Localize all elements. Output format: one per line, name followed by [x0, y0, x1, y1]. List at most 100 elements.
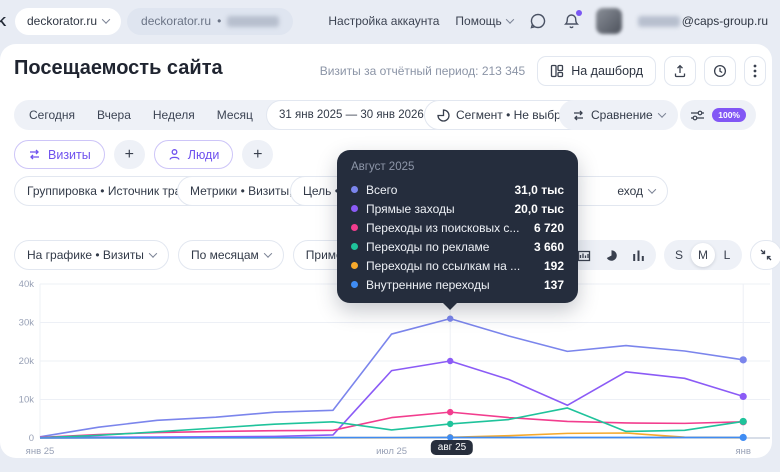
notifications-button[interactable] — [563, 10, 582, 30]
chevron-down-icon — [263, 249, 273, 258]
comparison-label: Сравнение — [591, 108, 653, 122]
chevron-down-icon — [101, 15, 111, 24]
sampling-control[interactable]: 100% — [680, 100, 756, 130]
chart-view-controls: SML — [566, 240, 780, 270]
highlight-dot — [447, 357, 454, 365]
size-M[interactable]: M — [691, 243, 715, 267]
collapse-chart-button[interactable] — [750, 240, 780, 270]
blurred-email-prefix — [637, 15, 680, 27]
chat-icon — [530, 13, 545, 29]
series-label: Прямые заходы — [366, 201, 455, 216]
series-value: 6 720 — [533, 220, 564, 235]
more-menu-button[interactable] — [744, 56, 766, 86]
tooltip-row: Переходы из поисковых с... 6 720 — [351, 218, 564, 237]
page-title: Посещаемость сайта — [14, 57, 223, 79]
segment-label: Сегмент • Не выбран — [456, 108, 575, 122]
series-label: Внутренние переходы — [366, 277, 490, 292]
comparison-selector[interactable]: Сравнение — [559, 100, 678, 130]
date-range-picker[interactable]: 31 янв 2025 — 30 янв 2026 — [266, 100, 449, 130]
add-metric-button[interactable]: + — [113, 140, 145, 169]
area-chart-icon[interactable] — [577, 249, 591, 262]
selected-month-badge[interactable]: авг 25 — [430, 440, 474, 455]
tab-people-label: Люди — [187, 147, 220, 162]
dashboard-icon — [551, 64, 564, 78]
chart-type-switcher — [566, 240, 656, 270]
donut-chart-icon[interactable] — [605, 249, 618, 262]
y-tick-label: 30k — [19, 318, 35, 329]
x-tick-label: янв 25 — [26, 446, 55, 457]
tab-people[interactable]: Люди — [153, 140, 234, 169]
preset-Неделя[interactable]: Неделя — [142, 100, 206, 130]
series-label: Переходы по рекламе — [366, 239, 490, 254]
filters-row: СегодняВчераНеделяМесяцКвартал 31 янв 20… — [14, 100, 766, 130]
highlight-dot — [447, 420, 454, 428]
series-line — [39, 317, 744, 438]
y-tick-label: 10k — [19, 395, 35, 406]
metrica-logo-icon: K — [0, 13, 7, 29]
x-tick-label: июл 25 — [376, 446, 407, 457]
person-icon — [169, 149, 180, 160]
bar-chart-icon[interactable] — [632, 249, 645, 262]
traffic-chart[interactable]: 40k 30k 20k 10k 0 янв 25 июл 25 янв — [0, 278, 772, 464]
to-dashboard-button[interactable]: На дашборд — [537, 56, 656, 86]
y-tick-label: 40k — [19, 279, 35, 290]
end-dot — [739, 433, 747, 442]
add-people-metric-button[interactable]: + — [242, 140, 274, 169]
chat-button[interactable] — [529, 12, 547, 30]
highlight-dot — [447, 315, 454, 322]
tooltip-title: Август 2025 — [351, 161, 415, 173]
counter-selector[interactable]: deckorator.ru — [15, 7, 122, 35]
blurred-counter-id — [227, 15, 280, 27]
on-chart-label: На графике • Визиты — [27, 248, 144, 262]
help-menu[interactable]: Помощь — [455, 14, 515, 28]
tooltip-rows: Всего 31,0 тыс Прямые заходы 20,0 тыс Перехо… — [351, 180, 564, 294]
sampling-badge: 100% — [712, 108, 746, 122]
sliders-icon — [691, 110, 705, 120]
series-dot — [351, 205, 358, 212]
tooltip-row: Переходы по ссылкам на ... 192 — [351, 256, 564, 275]
account-settings-link[interactable]: Настройка аккаунта — [328, 14, 439, 28]
chevron-down-icon — [657, 109, 666, 118]
x-tick-label: янв — [735, 446, 750, 457]
tab-visits[interactable]: Визиты — [14, 140, 105, 169]
counter-info-label: deckorator.ru — [141, 14, 212, 28]
series-label: Переходы по ссылкам на ... — [366, 258, 521, 273]
on-chart-selector[interactable]: На графике • Визиты — [14, 240, 169, 270]
counter-selector-label: deckorator.ru — [27, 14, 98, 28]
metric-tabs: Визиты + Люди + — [14, 140, 274, 169]
tab-visits-label: Визиты — [48, 147, 91, 162]
preset-Сегодня[interactable]: Сегодня — [18, 100, 86, 130]
end-dot — [739, 392, 747, 401]
kebab-icon — [753, 64, 757, 78]
history-button[interactable] — [704, 56, 736, 86]
attribution-label: еход — [617, 184, 643, 198]
avatar[interactable] — [595, 8, 622, 34]
series-value: 31,0 тыс — [514, 182, 565, 197]
series-value: 20,0 тыс — [514, 201, 565, 216]
size-S[interactable]: S — [667, 243, 691, 267]
chart-tooltip: Август 2025 Всего 31,0 тыс Прямые заходы 20… — [337, 150, 578, 310]
email-domain: @caps-group.ru — [681, 14, 768, 28]
preset-Месяц[interactable]: Месяц — [206, 100, 264, 130]
date-range-label: 31 янв 2025 — 30 янв 2026 — [279, 109, 424, 121]
series-value: 137 — [543, 277, 564, 292]
highlight-dot — [447, 408, 454, 416]
export-button[interactable] — [664, 56, 696, 86]
tooltip-row: Прямые заходы 20,0 тыс — [351, 199, 564, 218]
end-dot — [739, 356, 747, 364]
tooltip-row: Всего 31,0 тыс — [351, 180, 564, 199]
series-dot — [351, 186, 358, 193]
pie-icon — [437, 108, 450, 122]
granularity-selector[interactable]: По месяцам — [177, 240, 284, 270]
user-email[interactable]: @caps-group.ru — [637, 14, 768, 28]
topbar: K deckorator.ru deckorator.ru • Настройк… — [0, 0, 780, 42]
counter-info-pill[interactable]: deckorator.ru • — [127, 7, 294, 35]
preset-Вчера[interactable]: Вчера — [86, 100, 142, 130]
period-visits-text: Визиты за отчётный период: 213 345 — [319, 64, 526, 78]
header-actions: Визиты за отчётный период: 213 345 На да… — [320, 56, 766, 86]
to-dashboard-label: На дашборд — [571, 64, 643, 78]
size-L[interactable]: L — [715, 243, 739, 267]
visits-icon — [30, 149, 39, 160]
tooltip-row: Переходы по рекламе 3 660 — [351, 237, 564, 256]
series-label: Всего — [366, 182, 398, 197]
